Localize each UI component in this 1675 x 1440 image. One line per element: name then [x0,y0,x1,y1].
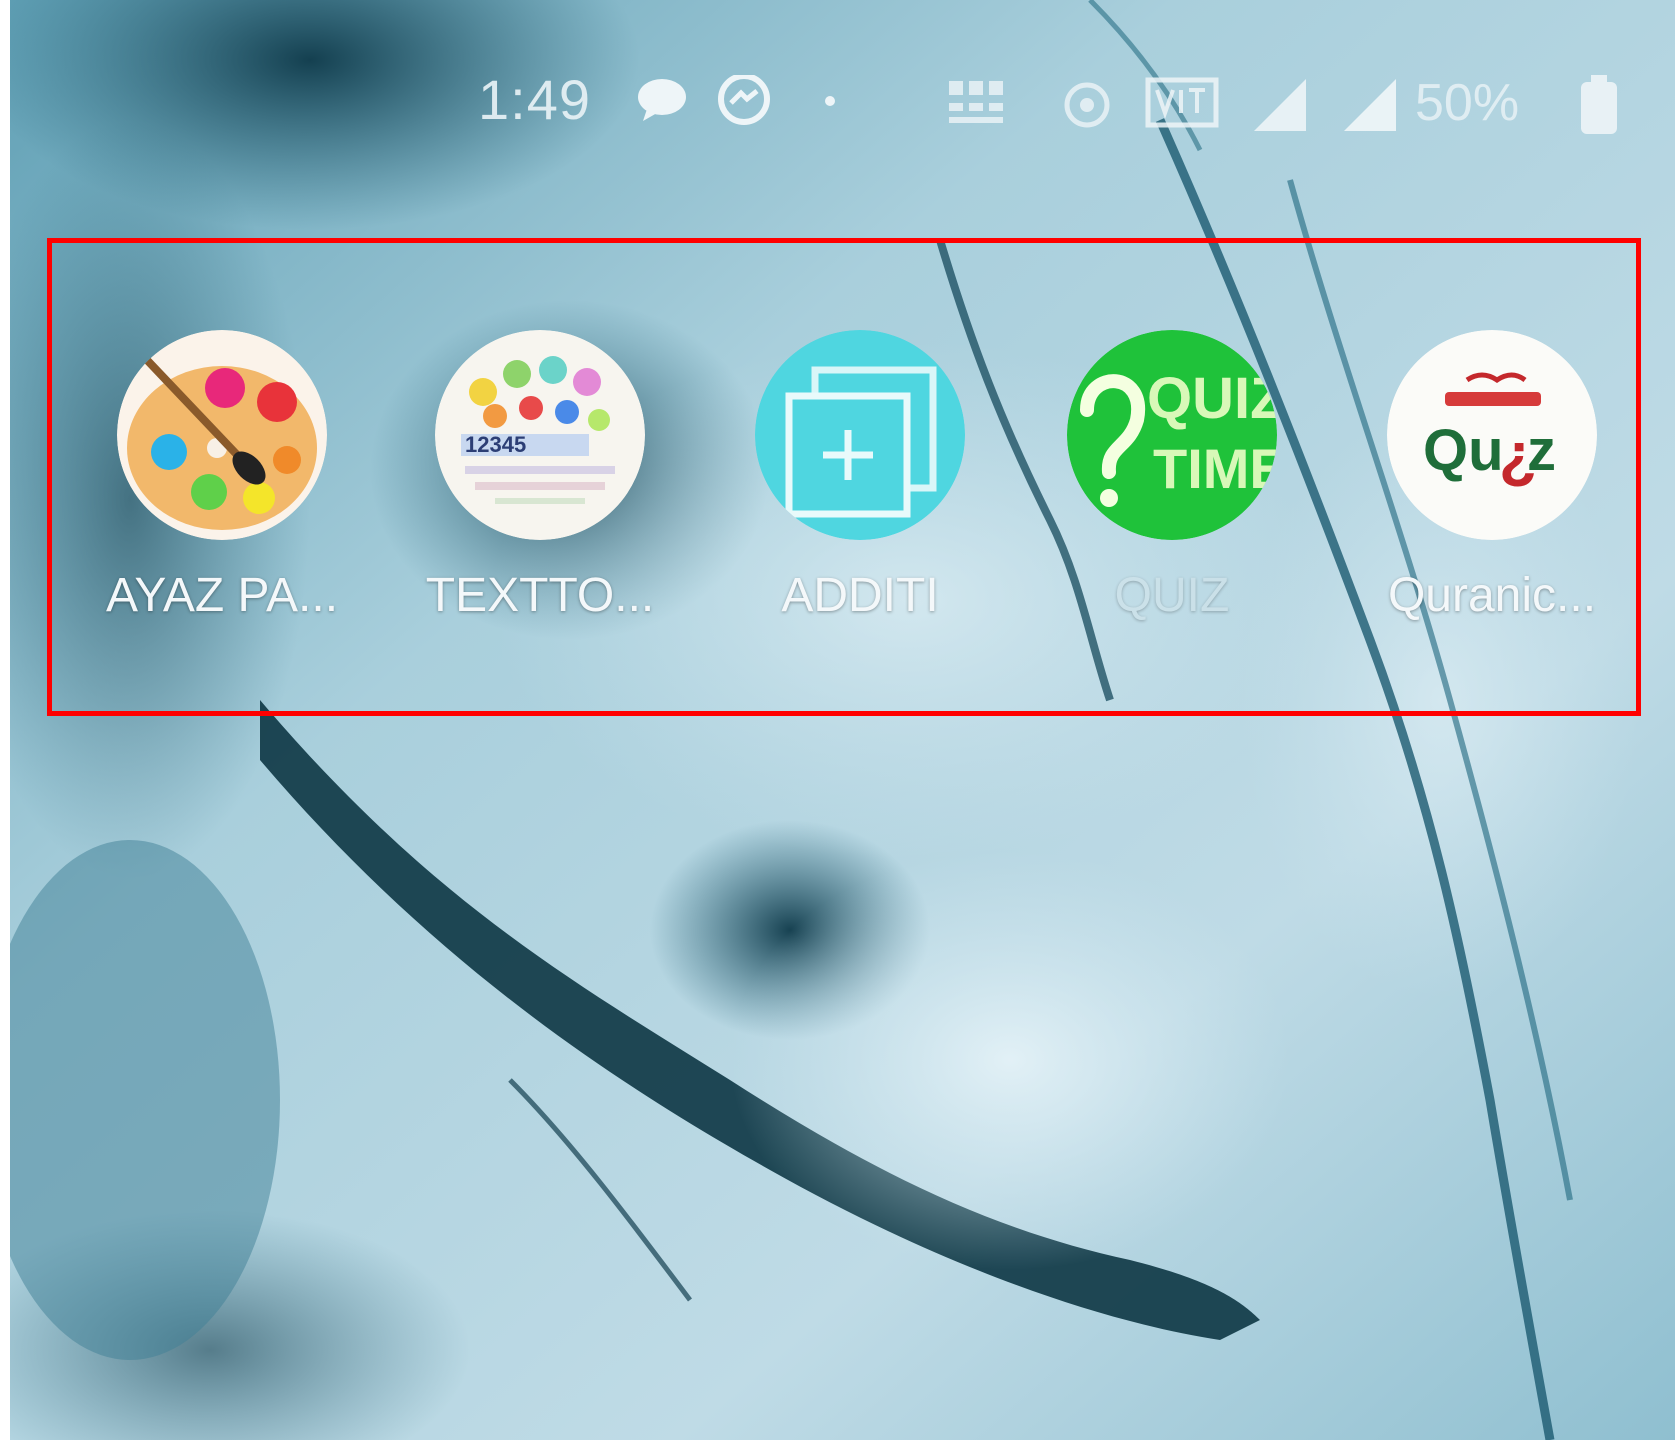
location-icon [1064,82,1110,128]
signal-icon [1344,79,1396,131]
app-row: AYAZ PA... 12345 TEXTTO... ADDITI QUIZ T… [52,320,1642,650]
app-label-ayaz-paint: AYAZ PA... [105,569,339,622]
volte-icon [1145,77,1219,128]
app-ayaz-paint[interactable]: AYAZ PA... [72,320,372,640]
dot-icon [825,96,835,106]
paint-palette-icon[interactable] [117,330,327,540]
app-quranic-quiz[interactable]: Qu ¿ z Quranic... [1342,320,1642,640]
add-square-icon[interactable] [755,330,965,540]
status-bar: 1:49 50% [10,55,1675,155]
svg-text:QUIZ: QUIZ [1147,366,1277,431]
svg-text:Qu: Qu [1423,418,1504,483]
battery-icon [1581,75,1617,134]
data-speed-icon [949,81,1003,123]
svg-text:TIME: TIME [1153,437,1277,500]
svg-text:12345: 12345 [465,432,526,457]
messenger-icon [718,75,770,125]
wallpaper [10,0,1675,1440]
chat-bubble-icon [638,79,686,121]
quranic-quiz-icon[interactable]: Qu ¿ z [1387,330,1597,540]
app-label-textto: TEXTTO... [425,569,655,622]
app-label-quiz: QUIZ [1114,569,1230,622]
battery-percentage: 50% [1415,74,1520,132]
signal-icon [1254,79,1306,131]
home-screen: 1:49 50% AYAZ PA... 12345 TEXTTO... ADDI… [0,0,1675,1440]
quiz-time-icon[interactable]: QUIZ TIME [1067,330,1277,540]
app-label-quranic: Quranic... [1387,569,1597,622]
svg-text:z: z [1527,418,1556,483]
abc-123-collage-icon[interactable]: 12345 [435,330,645,540]
app-quiz[interactable]: QUIZ TIME QUIZ [1022,320,1322,640]
status-time: 1:49 [478,68,591,131]
app-addition[interactable]: ADDITI [710,320,1010,640]
app-textto[interactable]: 12345 TEXTTO... [390,320,690,640]
app-label-addition: ADDITI [781,569,939,622]
left-edge-strip [0,0,10,1440]
